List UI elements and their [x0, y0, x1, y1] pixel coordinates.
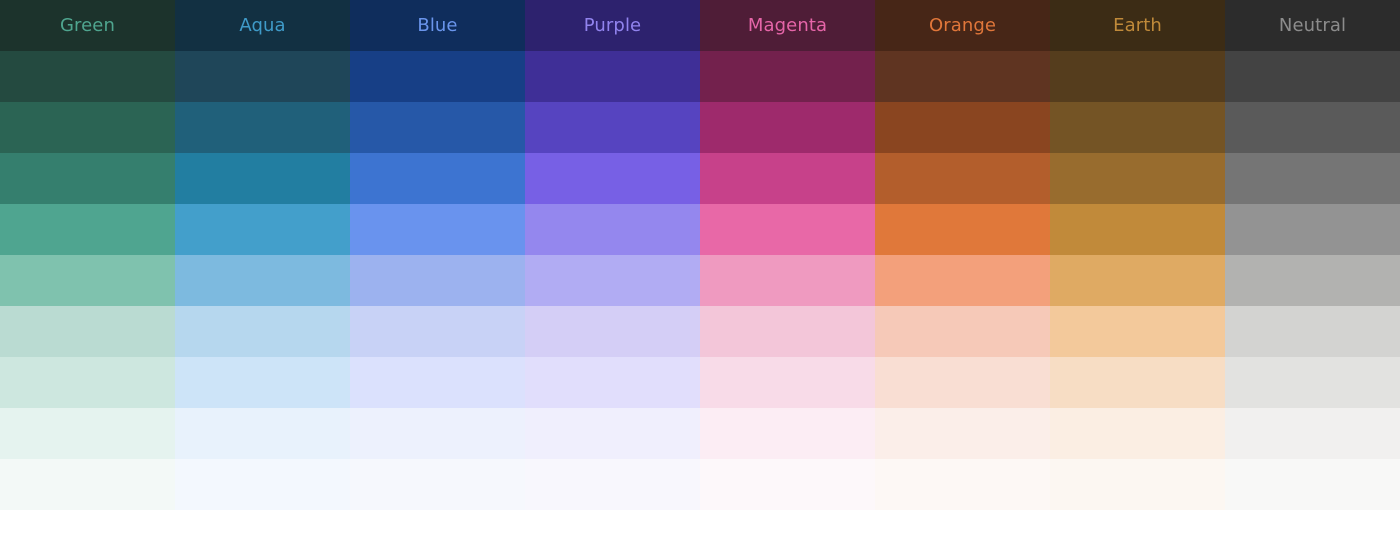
color-swatch	[175, 102, 350, 153]
palette-column-blue: Blue	[350, 0, 525, 510]
column-header: Orange	[875, 0, 1050, 51]
color-swatch	[1050, 102, 1225, 153]
palette-column-magenta: Magenta	[700, 0, 875, 510]
color-swatch	[1225, 306, 1400, 357]
palette-column-green: Green	[0, 0, 175, 510]
color-swatch	[700, 204, 875, 255]
color-swatch	[875, 51, 1050, 102]
column-header: Purple	[525, 0, 700, 51]
column-header: Magenta	[700, 0, 875, 51]
color-swatch	[0, 204, 175, 255]
color-swatch	[0, 102, 175, 153]
column-header: Green	[0, 0, 175, 51]
palette-column-purple: Purple	[525, 0, 700, 510]
color-swatch	[1050, 459, 1225, 510]
color-swatch	[350, 204, 525, 255]
color-swatch	[525, 204, 700, 255]
color-swatch	[0, 306, 175, 357]
color-swatch	[1225, 204, 1400, 255]
column-label: Magenta	[747, 15, 828, 36]
column-label: Purple	[583, 15, 642, 36]
color-swatch	[525, 459, 700, 510]
color-swatch	[700, 408, 875, 459]
color-swatch	[1050, 255, 1225, 306]
palette-column-aqua: Aqua	[175, 0, 350, 510]
color-swatch	[700, 459, 875, 510]
palette-column-orange: Orange	[875, 0, 1050, 510]
color-swatch	[1050, 204, 1225, 255]
color-swatch	[0, 357, 175, 408]
column-label: Aqua	[239, 15, 286, 36]
color-swatch	[350, 459, 525, 510]
color-swatch	[350, 306, 525, 357]
color-swatch	[175, 357, 350, 408]
color-swatch	[700, 357, 875, 408]
color-swatch	[175, 306, 350, 357]
color-swatch	[0, 459, 175, 510]
color-swatch	[0, 255, 175, 306]
color-swatch	[1225, 357, 1400, 408]
color-swatch	[525, 306, 700, 357]
color-swatch	[175, 408, 350, 459]
palette-column-earth: Earth	[1050, 0, 1225, 510]
color-swatch	[525, 102, 700, 153]
column-label: Earth	[1113, 15, 1162, 36]
palette-column-neutral: Neutral	[1225, 0, 1400, 510]
color-swatch	[1225, 459, 1400, 510]
color-swatch	[0, 153, 175, 204]
color-swatch	[175, 51, 350, 102]
color-swatch	[1225, 102, 1400, 153]
color-swatch	[525, 357, 700, 408]
color-swatch	[525, 153, 700, 204]
color-swatch	[875, 204, 1050, 255]
color-swatch	[350, 255, 525, 306]
color-swatch	[700, 102, 875, 153]
color-swatch	[1225, 255, 1400, 306]
column-label: Neutral	[1278, 15, 1347, 36]
color-swatch	[175, 153, 350, 204]
color-swatch	[875, 255, 1050, 306]
color-swatch	[350, 357, 525, 408]
color-swatch	[700, 255, 875, 306]
color-swatch	[0, 408, 175, 459]
color-swatch	[525, 408, 700, 459]
column-header: Earth	[1050, 0, 1225, 51]
color-swatch	[350, 51, 525, 102]
column-label: Blue	[417, 15, 458, 36]
column-header: Aqua	[175, 0, 350, 51]
column-header: Blue	[350, 0, 525, 51]
color-swatch	[700, 306, 875, 357]
column-label: Orange	[928, 15, 997, 36]
color-swatch	[175, 459, 350, 510]
color-swatch	[875, 357, 1050, 408]
color-swatch	[1050, 51, 1225, 102]
color-swatch	[1050, 306, 1225, 357]
color-swatch	[350, 153, 525, 204]
color-swatch	[175, 204, 350, 255]
color-swatch	[350, 408, 525, 459]
color-palette: Green Aqua Blue Purple Magenta Orange Ea…	[0, 0, 1400, 510]
color-swatch	[875, 306, 1050, 357]
column-header: Neutral	[1225, 0, 1400, 51]
color-swatch	[875, 408, 1050, 459]
color-swatch	[1050, 357, 1225, 408]
color-swatch	[1050, 153, 1225, 204]
color-swatch	[350, 102, 525, 153]
color-swatch	[875, 459, 1050, 510]
color-swatch	[700, 153, 875, 204]
color-swatch	[875, 102, 1050, 153]
color-swatch	[0, 51, 175, 102]
color-swatch	[1225, 408, 1400, 459]
color-swatch	[700, 51, 875, 102]
color-swatch	[1225, 153, 1400, 204]
color-swatch	[525, 51, 700, 102]
color-swatch	[525, 255, 700, 306]
column-label: Green	[59, 15, 115, 36]
color-swatch	[875, 153, 1050, 204]
color-swatch	[1225, 51, 1400, 102]
color-swatch	[175, 255, 350, 306]
color-swatch	[1050, 408, 1225, 459]
